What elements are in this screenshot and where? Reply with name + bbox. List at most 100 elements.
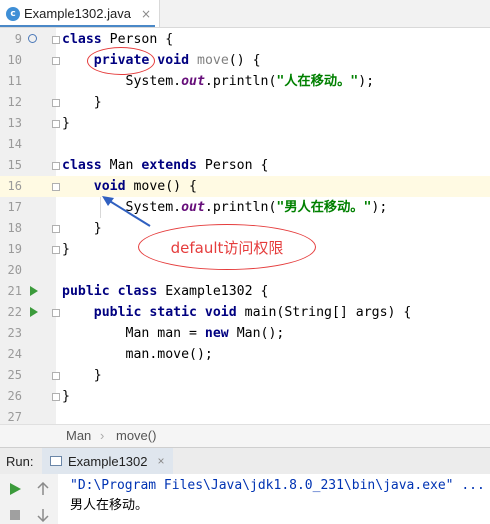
run-toolwindow-header: Run: Example1302 × xyxy=(0,447,490,475)
run-gutter-icon[interactable] xyxy=(30,307,38,317)
code-line[interactable]: 23 Man man = new Man(); xyxy=(0,323,490,344)
fold-marker-icon[interactable] xyxy=(52,225,60,233)
console-command-line: "D:\Program Files\Java\jdk1.8.0_231\bin\… xyxy=(70,478,485,493)
code-text: } xyxy=(62,113,70,134)
code-token: } xyxy=(62,389,70,404)
code-token: main(String[] args) { xyxy=(236,305,412,320)
breadcrumb: Man › move() xyxy=(0,424,490,447)
fold-marker-icon[interactable] xyxy=(52,120,60,128)
line-number[interactable]: 26 xyxy=(0,386,22,407)
code-token: "人在移动。" xyxy=(276,74,359,89)
line-number[interactable]: 12 xyxy=(0,92,22,113)
code-text: public static void main(String[] args) { xyxy=(62,302,412,323)
code-token: ); xyxy=(358,74,375,89)
stop-icon[interactable] xyxy=(8,508,22,522)
fold-marker-icon[interactable] xyxy=(52,393,60,401)
code-token: System. xyxy=(62,74,182,89)
code-line[interactable]: 24 man.move(); xyxy=(0,344,490,365)
code-token: } xyxy=(62,116,70,131)
code-token: "男人在移动。" xyxy=(276,200,372,215)
rerun-icon[interactable] xyxy=(8,482,22,496)
code-line[interactable]: 13} xyxy=(0,113,490,134)
code-token: man.move(); xyxy=(62,347,213,362)
code-token: .println( xyxy=(204,200,277,215)
line-number[interactable]: 20 xyxy=(0,260,22,281)
code-text: void move() { xyxy=(62,176,197,197)
run-gutter-icon[interactable] xyxy=(30,286,38,296)
code-line[interactable]: 21 public class Example1302 { xyxy=(0,281,490,302)
fold-marker-icon[interactable] xyxy=(52,183,60,191)
line-number[interactable]: 15 xyxy=(0,155,22,176)
fold-marker-icon[interactable] xyxy=(52,162,60,170)
fold-marker-icon[interactable] xyxy=(52,246,60,254)
code-line[interactable]: 11 System.out.println("人在移动。"); xyxy=(0,71,490,92)
java-class-icon: c xyxy=(6,6,20,21)
breadcrumb-item-class[interactable]: Man xyxy=(66,428,91,443)
line-number[interactable]: 25 xyxy=(0,365,22,386)
fold-marker-icon[interactable] xyxy=(52,57,60,65)
code-text: class Man extends Person { xyxy=(62,155,268,176)
line-number[interactable]: 19 xyxy=(0,239,22,260)
active-tab-indicator xyxy=(0,25,155,27)
line-number[interactable]: 16 xyxy=(0,176,22,197)
fold-marker-icon[interactable] xyxy=(52,309,60,317)
code-token: void xyxy=(93,179,126,194)
code-line[interactable]: 9 class Person { xyxy=(0,29,490,50)
line-number[interactable]: 11 xyxy=(0,71,22,92)
code-token: out xyxy=(181,74,205,89)
console-output[interactable]: "D:\Program Files\Java\jdk1.8.0_231\bin\… xyxy=(58,474,490,524)
code-line[interactable]: 14 xyxy=(0,134,490,155)
line-number[interactable]: 23 xyxy=(0,323,22,344)
breadcrumb-item-method[interactable]: move() xyxy=(116,428,156,443)
code-token: Person { xyxy=(196,158,269,173)
code-line[interactable]: 16 void move() { xyxy=(0,176,490,197)
line-number[interactable]: 18 xyxy=(0,218,22,239)
indent-guide xyxy=(100,197,101,218)
code-token: extends xyxy=(141,158,197,173)
code-line[interactable]: 22 public static void main(String[] args… xyxy=(0,302,490,323)
arrow-up-icon[interactable] xyxy=(36,482,50,496)
run-config-tab[interactable]: Example1302 × xyxy=(42,448,173,474)
code-token: ); xyxy=(371,200,388,215)
line-number[interactable]: 9 xyxy=(0,29,22,50)
code-line[interactable]: 10 private void move() { xyxy=(0,50,490,71)
code-token: class xyxy=(62,158,102,173)
arrow-down-icon[interactable] xyxy=(36,508,50,522)
code-token: class xyxy=(62,32,102,47)
line-number[interactable]: 24 xyxy=(0,344,22,365)
file-tab[interactable]: c Example1302.java × xyxy=(0,0,161,27)
code-text: } xyxy=(62,92,102,113)
run-label: Run: xyxy=(6,454,34,469)
code-token: Man(); xyxy=(228,326,285,341)
code-token: out xyxy=(181,200,205,215)
code-line[interactable]: 26} xyxy=(0,386,490,407)
line-number[interactable]: 14 xyxy=(0,134,22,155)
fold-marker-icon[interactable] xyxy=(52,99,60,107)
code-line[interactable]: 25 } xyxy=(0,365,490,386)
code-token: void xyxy=(157,53,190,68)
code-line[interactable]: 17 System.out.println("男人在移动。"); xyxy=(0,197,490,218)
line-number[interactable]: 17 xyxy=(0,197,22,218)
fold-marker-icon[interactable] xyxy=(52,36,60,44)
line-number[interactable]: 13 xyxy=(0,113,22,134)
private-highlight-ellipse xyxy=(87,47,155,75)
code-token: move xyxy=(197,53,229,68)
line-number[interactable]: 10 xyxy=(0,50,22,71)
close-icon[interactable]: × xyxy=(158,454,165,468)
code-token: } xyxy=(62,242,70,257)
line-number[interactable]: 21 xyxy=(0,281,22,302)
close-icon[interactable]: × xyxy=(141,7,151,21)
code-text: } xyxy=(62,365,102,386)
code-line[interactable]: 15 class Man extends Person { xyxy=(0,155,490,176)
line-number[interactable]: 22 xyxy=(0,302,22,323)
console-icon xyxy=(50,456,62,466)
code-token: public class xyxy=(62,284,158,299)
code-token: () { xyxy=(228,53,261,68)
code-token: } xyxy=(62,221,102,236)
override-marker-icon[interactable] xyxy=(28,34,37,43)
fold-marker-icon[interactable] xyxy=(52,372,60,380)
run-config-tab-label: Example1302 xyxy=(68,453,148,469)
code-line[interactable]: 12 } xyxy=(0,92,490,113)
code-text: public class Example1302 { xyxy=(62,281,268,302)
